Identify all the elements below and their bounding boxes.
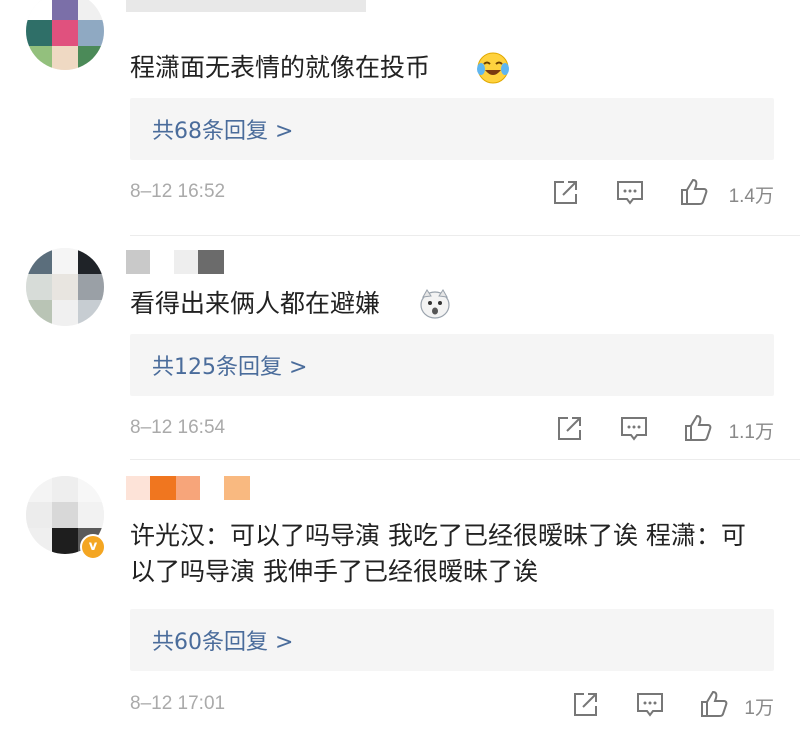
comment-item: 看得出来俩人都在避嫌 共125条回复 > 8–12 16:54 1.1万 [0, 236, 800, 460]
share-icon[interactable] [554, 412, 586, 444]
thumbs-up-icon[interactable] [698, 688, 730, 720]
laughing-crying-emoji [477, 52, 509, 84]
timestamp: 8–12 16:52 [130, 181, 226, 202]
replies-box[interactable]: 共60条回复 > [130, 609, 774, 671]
comment-meta: 8–12 16:52 1.4万 [130, 176, 774, 210]
comment-icon[interactable] [614, 176, 646, 208]
thumbs-up-icon[interactable] [678, 176, 710, 208]
comment-text: 许光汉：可以了吗导演 我吃了已经很暧昧了诶 程潇：可以了吗导演 我伸手了已经很暧… [130, 518, 770, 590]
verified-v-badge: v [80, 534, 106, 560]
comment-item: 程潇面无表情的就像在投币 共68条回复 > 8–12 16:52 1.4万 [0, 0, 800, 236]
timestamp: 8–12 17:01 [130, 693, 226, 714]
replies-link[interactable]: 共125条回复 > [152, 349, 307, 381]
replies-box[interactable]: 共125条回复 > [130, 334, 774, 396]
like-count: 1.1万 [728, 422, 774, 443]
share-icon[interactable] [550, 176, 582, 208]
comment-meta: 8–12 17:01 1万 [130, 688, 774, 722]
comment-icon[interactable] [618, 412, 650, 444]
replies-link[interactable]: 共68条回复 > [152, 113, 293, 145]
username[interactable] [126, 250, 226, 274]
comment-text-content: 许光汉：可以了吗导演 我吃了已经很暧昧了诶 程潇：可以了吗导演 我伸手了已经很暧… [130, 521, 746, 586]
like-count: 1万 [744, 698, 774, 719]
replies-box[interactable]: 共68条回复 > [130, 98, 774, 160]
comment-item: v 许光汉：可以了吗导演 我吃了已经很暧昧了诶 程潇：可以了吗导演 我伸手了已经… [0, 460, 800, 744]
shocked-doge-emoji [420, 289, 450, 319]
username[interactable] [126, 476, 250, 500]
comment-icon[interactable] [634, 688, 666, 720]
comment-text-content: 看得出来俩人都在避嫌 [130, 289, 381, 318]
comment-feed: 程潇面无表情的就像在投币 共68条回复 > 8–12 16:52 1.4万 看得… [0, 0, 800, 744]
comment-text: 程潇面无表情的就像在投币 [130, 50, 770, 86]
timestamp: 8–12 16:54 [130, 417, 226, 438]
like-count: 1.4万 [728, 186, 774, 207]
avatar[interactable] [26, 0, 104, 70]
share-icon[interactable] [570, 688, 602, 720]
comment-text-content: 程潇面无表情的就像在投币 [130, 53, 431, 82]
avatar[interactable] [26, 248, 104, 326]
thumbs-up-icon[interactable] [682, 412, 714, 444]
replies-link[interactable]: 共60条回复 > [152, 624, 293, 656]
comment-meta: 8–12 16:54 1.1万 [130, 412, 774, 446]
username[interactable] [126, 0, 366, 12]
